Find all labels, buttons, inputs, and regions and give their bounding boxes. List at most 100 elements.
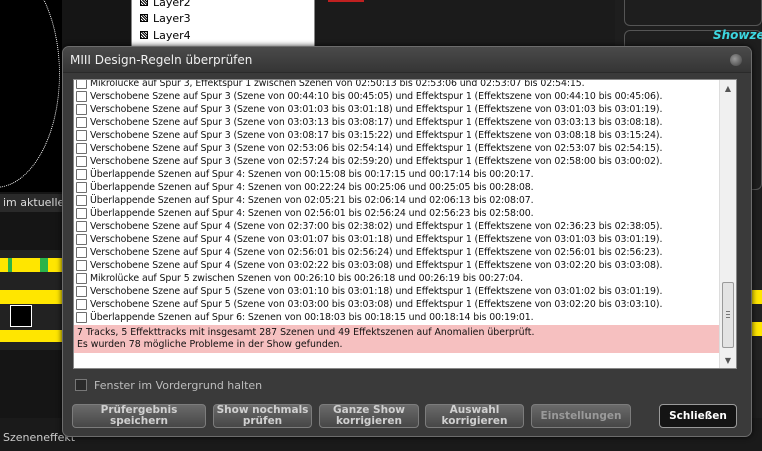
grip-line <box>726 317 730 318</box>
layer-item[interactable]: Layer4 <box>140 27 191 43</box>
button-label: korrigieren <box>336 415 402 427</box>
list-item[interactable]: Mikrolücke auf Spur 5 zwischen Szenen vo… <box>74 272 719 285</box>
button-label: Einstellungen <box>540 409 622 422</box>
list-item-checkbox[interactable] <box>76 234 87 245</box>
layer-item[interactable]: Layer3 <box>140 10 191 26</box>
list-item-text: Mikrolücke auf Spur 3, Effektspur 1 zwis… <box>90 80 585 89</box>
list-item-checkbox[interactable] <box>76 156 87 167</box>
list-item[interactable]: Verschobene Szene auf Spur 3 (Szene von … <box>74 116 719 129</box>
list-item-checkbox[interactable] <box>76 91 87 102</box>
list-item-text: Verschobene Szene auf Spur 3 (Szene von … <box>90 156 663 167</box>
list-item[interactable]: Verschobene Szene auf Spur 4 (Szene von … <box>74 246 719 259</box>
fix-selection-button[interactable]: Auswahl korrigieren <box>425 404 524 428</box>
close-button[interactable]: Schließen <box>659 404 737 428</box>
list-item-text: Überlappende Szenen auf Spur 6: Szenen v… <box>90 312 534 323</box>
scroll-up-icon[interactable]: ▲ <box>720 80 736 96</box>
list-item-text: Verschobene Szene auf Spur 5 (Szene von … <box>90 299 663 310</box>
track-lane[interactable] <box>0 290 62 304</box>
scrollbar-thumb[interactable] <box>722 282 734 348</box>
window-control-icon[interactable] <box>730 54 742 66</box>
layer-list[interactable]: Layer2 Layer3 Layer4 <box>131 0 315 47</box>
list-item[interactable]: Verschobene Szene auf Spur 5 (Szene von … <box>74 285 719 298</box>
list-item-text: Verschobene Szene auf Spur 5 (Szene von … <box>90 286 663 297</box>
scroll-down-icon[interactable]: ▼ <box>720 352 736 368</box>
list-item-checkbox[interactable] <box>76 260 87 271</box>
list-item-text: Überlappende Szenen auf Spur 4: Szenen v… <box>90 208 534 219</box>
list-item-checkbox[interactable] <box>76 143 87 154</box>
list-item-checkbox[interactable] <box>76 208 87 219</box>
record-indicator <box>328 0 364 2</box>
scene-block[interactable] <box>10 305 32 327</box>
list-item-text: Überlappende Szenen auf Spur 4: Szenen v… <box>90 169 534 180</box>
list-item-checkbox[interactable] <box>76 221 87 232</box>
list-item[interactable]: Mikrolücke auf Spur 3, Effektspur 1 zwis… <box>74 80 719 90</box>
list-item-checkbox[interactable] <box>76 195 87 206</box>
recheck-show-button[interactable]: Show nochmals prüfen <box>213 404 312 428</box>
list-item[interactable]: Überlappende Szenen auf Spur 6: Szenen v… <box>74 311 719 324</box>
right-panel-frame <box>624 0 762 26</box>
list-item[interactable]: Überlappende Szenen auf Spur 4: Szenen v… <box>74 181 719 194</box>
list-item[interactable]: Verschobene Szene auf Spur 5 (Szene von … <box>74 298 719 311</box>
layer-item[interactable]: Layer2 <box>140 0 191 10</box>
app-window: Layer2 Layer3 Layer4 Showze im aktueller… <box>0 0 762 451</box>
grip-line <box>726 314 730 315</box>
list-item-text: Verschobene Szene auf Spur 4 (Szene von … <box>90 260 663 271</box>
summary-text: 7 Tracks, 5 Effekttracks mit insgesamt 2… <box>77 327 535 338</box>
grip-line <box>726 311 730 312</box>
list-item-checkbox[interactable] <box>76 299 87 310</box>
list-item-text: Überlappende Szenen auf Spur 4: Szenen v… <box>90 195 534 206</box>
list-item[interactable]: Verschobene Szene auf Spur 3 (Szene von … <box>74 103 719 116</box>
list-item-text: Verschobene Szene auf Spur 4 (Szene von … <box>90 247 663 258</box>
list-item-text: Verschobene Szene auf Spur 3 (Szene von … <box>90 117 663 128</box>
list-item-checkbox[interactable] <box>76 286 87 297</box>
foreground-checkbox[interactable] <box>75 379 87 391</box>
problem-list[interactable]: Mikrolücke auf Spur 3, Effektspur 1 zwis… <box>73 79 737 369</box>
list-item-checkbox[interactable] <box>76 104 87 115</box>
left-panel-label: im aktueller <box>0 194 62 212</box>
list-item-checkbox[interactable] <box>76 247 87 258</box>
list-item-text: Verschobene Szene auf Spur 3 (Szene von … <box>90 130 663 141</box>
list-item-checkbox[interactable] <box>76 80 87 89</box>
button-label: korrigieren <box>441 415 508 427</box>
list-item-text: Verschobene Szene auf Spur 4 (Szene von … <box>90 234 663 245</box>
layer-icon <box>140 31 148 39</box>
list-item-checkbox[interactable] <box>76 117 87 128</box>
list-item[interactable]: Verschobene Szene auf Spur 3 (Szene von … <box>74 142 719 155</box>
button-label: prüfen <box>242 415 283 427</box>
list-item-checkbox[interactable] <box>76 182 87 193</box>
timeline-tracks[interactable] <box>0 250 62 350</box>
settings-button[interactable]: Einstellungen <box>531 404 631 428</box>
summary-panel: 7 Tracks, 5 Effekttracks mit insgesamt 2… <box>74 325 719 353</box>
list-item[interactable]: Verschobene Szene auf Spur 3 (Szene von … <box>74 90 719 103</box>
summary-text: Es wurden 78 mögliche Probleme in der Sh… <box>77 339 343 350</box>
fix-whole-show-button[interactable]: Ganze Show korrigieren <box>319 404 419 428</box>
list-item-text: Mikrolücke auf Spur 5 zwischen Szenen vo… <box>90 273 523 284</box>
list-item[interactable]: Verschobene Szene auf Spur 4 (Szene von … <box>74 233 719 246</box>
list-item-checkbox[interactable] <box>76 169 87 180</box>
scene-block[interactable] <box>40 258 48 272</box>
list-item-checkbox[interactable] <box>76 273 87 284</box>
list-item[interactable]: Verschobene Szene auf Spur 3 (Szene von … <box>74 155 719 168</box>
foreground-option[interactable]: Fenster im Vordergrund halten <box>75 378 262 392</box>
dialog-title: MIII Design-Regeln überprüfen <box>70 53 253 67</box>
list-item-text: Verschobene Szene auf Spur 3 (Szene von … <box>90 143 663 154</box>
list-item[interactable]: Verschobene Szene auf Spur 3 (Szene von … <box>74 129 719 142</box>
toolbar-area <box>315 0 615 47</box>
layer-label: Layer3 <box>153 11 191 25</box>
brand-text: Showze <box>713 28 762 42</box>
list-item[interactable]: Überlappende Szenen auf Spur 4: Szenen v… <box>74 194 719 207</box>
scene-block[interactable] <box>8 258 12 272</box>
list-item-checkbox[interactable] <box>76 130 87 141</box>
foreground-label: Fenster im Vordergrund halten <box>94 378 263 392</box>
list-item-text: Verschobene Szene auf Spur 4 (Szene von … <box>90 221 663 232</box>
layer-label: Layer2 <box>153 0 191 9</box>
list-item[interactable]: Überlappende Szenen auf Spur 4: Szenen v… <box>74 168 719 181</box>
list-item[interactable]: Überlappende Szenen auf Spur 4: Szenen v… <box>74 207 719 220</box>
save-result-button[interactable]: Prüfergebnis speichern <box>72 404 206 428</box>
dialog-titlebar[interactable]: MIII Design-Regeln überprüfen <box>63 47 751 73</box>
list-scrollbar[interactable]: ▲ ▼ <box>719 80 736 368</box>
list-item[interactable]: Verschobene Szene auf Spur 4 (Szene von … <box>74 259 719 272</box>
list-item-checkbox[interactable] <box>76 312 87 323</box>
list-item[interactable]: Verschobene Szene auf Spur 4 (Szene von … <box>74 220 719 233</box>
track-lane[interactable] <box>0 330 62 342</box>
